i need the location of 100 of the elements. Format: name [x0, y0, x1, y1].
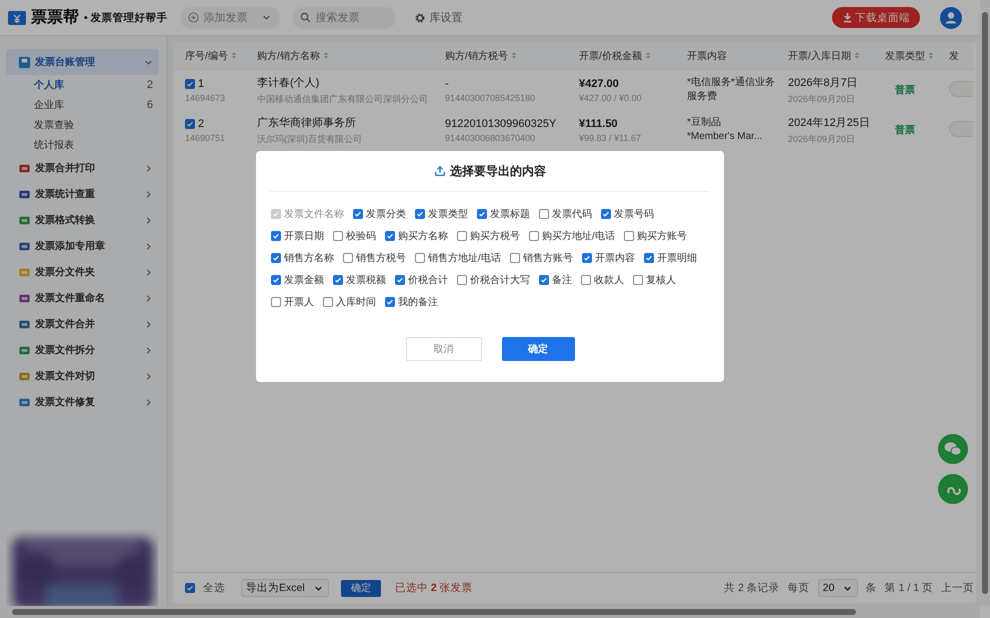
- option-label: 销售方账号: [522, 252, 573, 264]
- item-count: 2: [146, 79, 153, 91]
- sidebar-group[interactable]: 发票分文件夹: [6, 259, 159, 285]
- checkbox[interactable]: [601, 208, 611, 218]
- download-icon: [842, 12, 853, 23]
- checkbox[interactable]: [644, 252, 654, 262]
- chat-bubbles-icon[interactable]: [938, 434, 968, 464]
- checkbox[interactable]: [343, 252, 353, 262]
- checkbox[interactable]: [415, 252, 425, 262]
- checkbox[interactable]: [271, 252, 281, 262]
- sidebar-group[interactable]: 发票文件合并: [6, 311, 159, 337]
- checkbox[interactable]: [271, 230, 281, 240]
- checkbox[interactable]: [477, 208, 487, 218]
- export-format-select[interactable]: 导出为Excel: [241, 579, 329, 597]
- sidebar-item[interactable]: 统计报表: [6, 135, 167, 155]
- chevron-right-icon: [144, 242, 153, 250]
- checkbox[interactable]: [385, 230, 395, 240]
- confirm-button[interactable]: 确定: [502, 337, 574, 361]
- row-checkbox[interactable]: [185, 118, 195, 128]
- checkbox[interactable]: [457, 230, 467, 240]
- checkbox[interactable]: [333, 230, 343, 240]
- sidebar-group[interactable]: 发票统计查重: [6, 181, 159, 207]
- checkbox[interactable]: [539, 274, 549, 284]
- checkbox[interactable]: [529, 230, 539, 240]
- chevron-right-icon: [144, 216, 153, 224]
- sidebar-item[interactable]: 发票查验: [6, 115, 167, 135]
- chevron-right-icon: [144, 372, 153, 380]
- sort-icon: [230, 50, 237, 60]
- option-label: 销售方地址/电话: [428, 252, 501, 264]
- checkbox[interactable]: [582, 252, 592, 262]
- option-label: 我的备注: [398, 296, 438, 308]
- sidebar-group[interactable]: 发票台账管理: [6, 49, 159, 75]
- checkbox[interactable]: [457, 274, 467, 284]
- logo-text: 票票帮: [31, 8, 79, 28]
- option-label: 发票标题: [490, 208, 530, 220]
- column-header[interactable]: 开票/入库日期: [776, 42, 873, 70]
- checkbox[interactable]: [581, 274, 591, 284]
- checkbox[interactable]: [539, 208, 549, 218]
- chevron-right-icon: [144, 294, 153, 302]
- option-label: 销售方税号: [356, 252, 406, 264]
- settings-button[interactable]: 库设置: [408, 9, 469, 26]
- seller-name: 中国移动通信集团广东有限公司深圳分公司: [257, 92, 429, 106]
- checkbox[interactable]: [624, 230, 634, 240]
- row-checkbox[interactable]: [185, 78, 195, 88]
- option-label: 购买方税号: [470, 230, 520, 242]
- option-label: 发票类型: [428, 208, 468, 220]
- seller-name: 沃尔玛(深圳)百货有限公司: [257, 132, 363, 146]
- option-label: 开票日期: [284, 230, 324, 242]
- cancel-button[interactable]: 取消: [406, 337, 482, 361]
- checkbox[interactable]: [333, 274, 343, 284]
- sidebar-group[interactable]: 发票合并打印: [6, 155, 159, 181]
- seller-tax-id: 914403006803670400: [445, 132, 536, 142]
- column-header[interactable]: 序号/编号: [173, 42, 245, 70]
- invoice-number: 14694673: [185, 92, 226, 102]
- checkbox[interactable]: [353, 208, 363, 218]
- invoice-content: *电信服务*通信业务服务费: [687, 76, 775, 104]
- item-count: 6: [146, 99, 153, 111]
- checkbox[interactable]: [415, 208, 425, 218]
- sidebar-item[interactable]: 企业库 6: [6, 95, 167, 115]
- option-label: 校验码: [346, 230, 376, 242]
- checkbox[interactable]: [271, 274, 281, 284]
- sidebar-group[interactable]: 发票文件拆分: [6, 337, 159, 363]
- column-header[interactable]: 购方/销方名称: [245, 42, 433, 70]
- sidebar-group[interactable]: 发票文件重命名: [6, 285, 159, 311]
- checkbox[interactable]: [385, 296, 395, 306]
- sidebar-item-label: 企业库: [34, 98, 65, 112]
- column-header[interactable]: 购方/销方税号: [433, 42, 567, 70]
- column-header[interactable]: 开票/价税金额: [567, 42, 675, 70]
- download-button[interactable]: 下载桌面端: [832, 7, 920, 28]
- horizontal-scrollbar[interactable]: [0, 606, 980, 618]
- column-header[interactable]: 发: [937, 42, 973, 70]
- column-header[interactable]: 开票内容: [675, 42, 776, 70]
- page-size-select[interactable]: 20: [818, 579, 858, 597]
- avatar-icon[interactable]: [940, 6, 962, 28]
- logo-icon: [8, 10, 26, 24]
- checkbox[interactable]: [271, 296, 281, 306]
- checkbox[interactable]: [633, 274, 643, 284]
- status-tag: [949, 120, 973, 136]
- checkbox[interactable]: [395, 274, 405, 284]
- confirm-button[interactable]: 确定: [341, 580, 381, 596]
- sidebar-group[interactable]: 发票格式转换: [6, 207, 159, 233]
- seller-tax-id: 914403007085425180: [445, 92, 536, 102]
- sidebar-item[interactable]: 个人库 2: [6, 75, 167, 95]
- option-label: 发票号码: [614, 208, 654, 220]
- checkbox[interactable]: [510, 252, 520, 262]
- link-icon[interactable]: [938, 474, 968, 504]
- previous-page-link[interactable]: 上一页: [941, 581, 974, 595]
- sidebar-group[interactable]: 发票添加专用章: [6, 233, 159, 259]
- option-label: 发票税额: [346, 274, 386, 286]
- column-header[interactable]: 发票类型: [873, 42, 937, 70]
- checkbox[interactable]: [323, 296, 333, 306]
- select-all-checkbox[interactable]: [185, 583, 195, 593]
- sidebar-group[interactable]: 发票文件修复: [6, 389, 159, 415]
- sort-icon: [510, 50, 517, 60]
- sidebar-group[interactable]: 发票文件对切: [6, 363, 159, 389]
- chevron-right-icon: [144, 320, 153, 328]
- option-label: 销售方名称: [284, 252, 334, 264]
- upload-icon: [434, 165, 446, 177]
- search-field[interactable]: 搜索发票: [292, 6, 396, 28]
- vertical-scrollbar[interactable]: [980, 0, 990, 606]
